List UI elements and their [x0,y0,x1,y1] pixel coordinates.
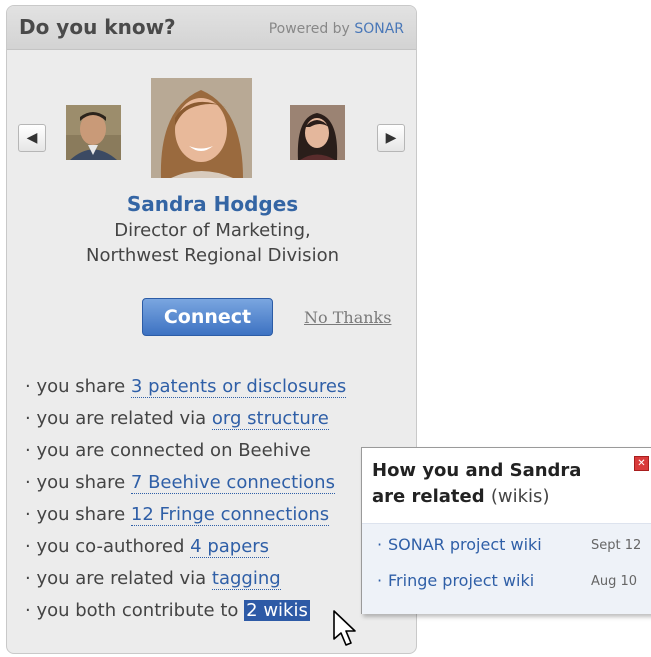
photo-previous-person[interactable] [66,105,121,160]
reason-item: · you are connected on Beehive [25,440,311,461]
wiki-list-item: · SONAR project wiki Sept 12 [362,533,651,569]
chevron-left-icon: ◀ [26,130,38,146]
person-title-line1: Director of Marketing, [114,220,311,241]
popup-title-text: are related [372,486,485,507]
reason-item: · you are related via tagging [25,568,281,590]
wiki-link[interactable]: Fringe project wiki [388,571,534,590]
patents-link[interactable]: 3 patents or disclosures [130,376,347,398]
wiki-date: Aug 10 [591,574,638,589]
do-you-know-widget: Do you know? Powered by SONAR ◀ ▶ Sandra… [6,5,417,654]
wiki-link[interactable]: SONAR project wiki [388,535,542,554]
man-avatar-icon [66,105,121,160]
person-title-line2: Northwest Regional Division [86,245,339,266]
widget-header: Do you know? Powered by SONAR [7,6,416,50]
woman-avatar-icon [151,78,252,178]
close-icon: ✕ [637,458,646,469]
powered-by: Powered by SONAR [269,21,404,37]
relationship-popup: How you and Sandra are related (wikis) ✕… [361,447,651,614]
mouse-cursor-icon [333,610,356,646]
close-popup-button[interactable]: ✕ [634,456,649,471]
popup-title: How you and Sandra are related (wikis) [372,458,581,510]
reason-text: you share [36,376,126,397]
wiki-list: · SONAR project wiki Sept 12 · Fringe pr… [362,523,651,614]
bullet-icon: · [377,571,383,590]
popup-subtitle: (wikis) [490,486,550,507]
photo-sandra-hodges[interactable] [151,78,252,178]
reason-text: you co-authored [36,536,185,557]
reason-item: · you are related via org structure [25,408,329,430]
sonar-brand[interactable]: SONAR [354,21,404,37]
widget-title: Do you know? [19,15,176,39]
org-structure-link[interactable]: org structure [211,408,329,430]
reason-text: you share [36,472,126,493]
reason-text: you share [36,504,126,525]
reason-item: · you share 12 Fringe connections [25,504,330,526]
reason-item: · you share 3 patents or disclosures [25,376,347,398]
connect-button[interactable]: Connect [142,298,273,336]
wiki-date: Sept 12 [591,538,642,553]
popup-title-line2: are related (wikis) [372,484,581,510]
person-name[interactable]: Sandra Hodges [7,192,416,216]
fringe-connections-link[interactable]: 12 Fringe connections [130,504,330,526]
chevron-right-icon: ▶ [385,130,397,146]
reason-item: · you share 7 Beehive connections [25,472,335,494]
papers-link[interactable]: 4 papers [190,536,270,558]
bullet-icon: · [377,535,383,554]
powered-by-label: Powered by [268,21,350,37]
next-person-button[interactable]: ▶ [377,124,405,152]
reason-text: you are related via [36,568,207,589]
previous-person-button[interactable]: ◀ [18,124,46,152]
wiki-list-item: · Fringe project wiki Aug 10 [362,569,651,605]
wikis-link[interactable]: 2 wikis [244,600,310,621]
reason-text: you are related via [36,408,207,429]
tagging-link[interactable]: tagging [211,568,281,590]
reason-text: you are connected on Beehive [36,440,311,461]
reason-item: · you both contribute to 2 wikis [25,600,310,621]
relationship-reasons-list: · you share 3 patents or disclosures · y… [25,376,347,632]
no-thanks-link[interactable]: No Thanks [304,308,391,327]
photo-next-person[interactable] [290,105,345,160]
woman-avatar-icon [290,105,345,160]
popup-title-line1: How you and Sandra [372,460,582,481]
reason-item: · you co-authored 4 papers [25,536,270,558]
beehive-connections-link[interactable]: 7 Beehive connections [130,472,335,494]
reason-text: you both contribute to [36,600,239,621]
